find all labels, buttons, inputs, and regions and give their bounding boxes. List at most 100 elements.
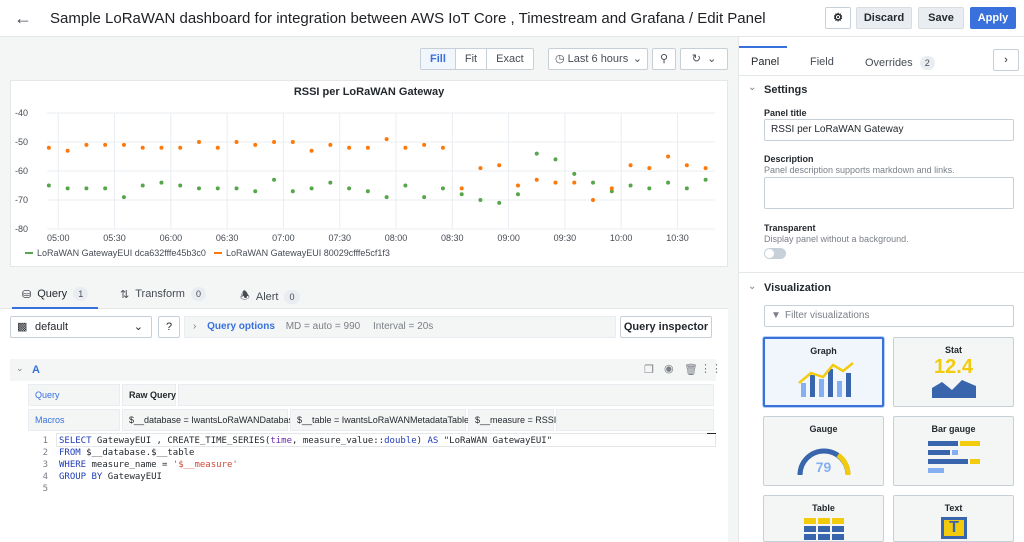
tab-panel[interactable]: Panel <box>751 56 779 68</box>
apply-button[interactable]: Apply <box>970 7 1016 29</box>
sql-text: measure_name = <box>86 460 173 470</box>
filter-visualizations-input[interactable]: ▼ Filter visualizations <box>764 305 1014 327</box>
chevron-right-icon: › <box>193 321 197 332</box>
sql-keyword: AS <box>427 436 439 446</box>
data-point <box>553 180 558 185</box>
fill-button[interactable]: Fill <box>421 49 456 69</box>
sql-text: ) <box>416 436 428 446</box>
sql-keyword: WHERE <box>59 460 87 470</box>
data-point <box>196 140 201 144</box>
data-point <box>422 195 427 200</box>
query-row-header[interactable]: ⌄ A ❐ ◉ 🗑 ⋮⋮ <box>10 359 722 381</box>
tab-field[interactable]: Field <box>810 56 834 68</box>
tab-alert[interactable]: 🕭 Alert 0 <box>240 287 300 306</box>
macros-label: Macros <box>28 409 120 431</box>
fit-button[interactable]: Fit <box>456 49 488 69</box>
data-point <box>140 183 145 188</box>
transparent-toggle[interactable] <box>764 248 786 259</box>
viz-gauge[interactable]: Gauge 79 <box>763 416 884 486</box>
sql-function: time <box>270 436 293 446</box>
viz-text-label: Text <box>944 503 963 513</box>
text-viz-icon: T <box>941 517 967 539</box>
bar-gauge-viz-icon <box>928 441 980 473</box>
zoom-out-icon[interactable]: ⚲ <box>652 48 676 70</box>
data-point <box>403 145 408 150</box>
datasource-select[interactable]: ▩ default ⌄ <box>10 316 152 338</box>
line-number: 4 <box>42 472 48 482</box>
tab-query-label: Query <box>37 288 68 300</box>
stat-viz-value: 12.4 <box>934 356 973 378</box>
toggle-knob <box>765 249 774 258</box>
tab-transform[interactable]: ⇅ Transform 0 <box>120 287 206 301</box>
data-point <box>84 142 89 147</box>
visualization-header[interactable]: Visualization <box>764 282 831 294</box>
back-arrow-icon[interactable]: ← <box>14 8 34 28</box>
section-divider <box>739 272 1024 273</box>
settings-header[interactable]: Settings <box>764 84 807 96</box>
data-point <box>440 145 445 150</box>
data-point <box>272 177 277 182</box>
tab-overrides[interactable]: Overrides 2 <box>865 56 935 70</box>
discard-button[interactable]: Discard <box>856 7 912 29</box>
data-point <box>121 142 126 147</box>
transform-icon: ⇅ <box>120 288 130 301</box>
query-options-label: Query options <box>207 321 275 332</box>
query-inspector-button[interactable]: Query inspector <box>620 316 712 338</box>
trash-icon[interactable]: 🗑 <box>684 363 698 376</box>
active-tab-indicator <box>739 46 787 48</box>
data-point <box>309 148 314 153</box>
viz-table[interactable]: Table <box>763 495 884 542</box>
data-point <box>478 198 483 202</box>
line-number: 5 <box>42 484 48 494</box>
drag-handle-icon[interactable]: ⋮⋮ <box>700 362 722 375</box>
eye-icon[interactable]: ◉ <box>664 362 674 375</box>
data-point <box>365 145 370 150</box>
visualization-chevron-icon[interactable]: ⌄ <box>748 281 756 292</box>
collapse-chevron-icon[interactable]: ⌄ <box>16 363 24 374</box>
viz-bar-gauge[interactable]: Bar gauge <box>893 416 1014 486</box>
settings-gear-icon[interactable]: ⚙ <box>825 7 851 29</box>
gauge-viz-value: 79 <box>815 459 832 475</box>
bell-icon: 🕭 <box>240 290 250 302</box>
exact-button[interactable]: Exact <box>487 49 533 69</box>
description-textarea[interactable] <box>764 177 1014 209</box>
panel-title-label: Panel title <box>764 108 807 118</box>
x-tick-label: 06:00 <box>160 233 183 243</box>
data-point <box>591 180 596 185</box>
clock-icon: ◷ <box>555 53 565 65</box>
viz-graph-label: Graph <box>810 346 837 356</box>
collapse-pane-chevron-icon[interactable]: › <box>993 49 1019 71</box>
data-point <box>84 186 89 191</box>
data-point <box>515 192 520 197</box>
viz-text[interactable]: Text T <box>893 495 1014 542</box>
data-point <box>609 186 614 191</box>
refresh-picker[interactable]: ↻ ⌄ <box>680 48 728 70</box>
save-button[interactable]: Save <box>918 7 964 29</box>
viz-stat-label: Stat <box>944 345 962 355</box>
data-point <box>459 186 464 191</box>
query-options-bar[interactable]: › Query options MD = auto = 990 Interval… <box>184 316 616 338</box>
x-tick-label: 06:30 <box>216 233 239 243</box>
sql-text: "LoRaWAN GatewayEUI" <box>438 436 553 446</box>
x-tick-label: 08:00 <box>385 233 408 243</box>
panel-title-input[interactable]: RSSI per LoRaWAN Gateway <box>764 119 1014 141</box>
viz-stat[interactable]: Stat 12.4 <box>893 337 1014 407</box>
raw-query-label[interactable]: Raw Query <box>122 384 176 406</box>
data-point <box>65 148 70 153</box>
description-label: Description <box>764 154 814 164</box>
viz-graph[interactable]: Graph <box>763 337 884 407</box>
time-range-picker[interactable]: ◷ Last 6 hours ⌄ <box>548 48 648 70</box>
macro-table: $__table = IwantsLoRaWANMetadataTable <box>290 409 469 431</box>
tab-query[interactable]: ⛁ Query 1 <box>22 287 89 301</box>
settings-chevron-icon[interactable]: ⌄ <box>748 82 756 93</box>
data-point <box>178 183 183 188</box>
chart-canvas[interactable]: -40 -50 -60 -70 -80 05:00 05:30 06:00 06:30 07:00… <box>11 81 727 266</box>
data-point <box>497 163 502 168</box>
help-icon[interactable]: ? <box>158 316 180 338</box>
data-point <box>515 183 520 188</box>
chevron-down-icon: ⌄ <box>707 53 717 65</box>
data-point <box>253 142 258 147</box>
data-point <box>403 183 408 188</box>
filter-placeholder: Filter visualizations <box>785 310 870 321</box>
duplicate-icon[interactable]: ❐ <box>644 363 654 376</box>
